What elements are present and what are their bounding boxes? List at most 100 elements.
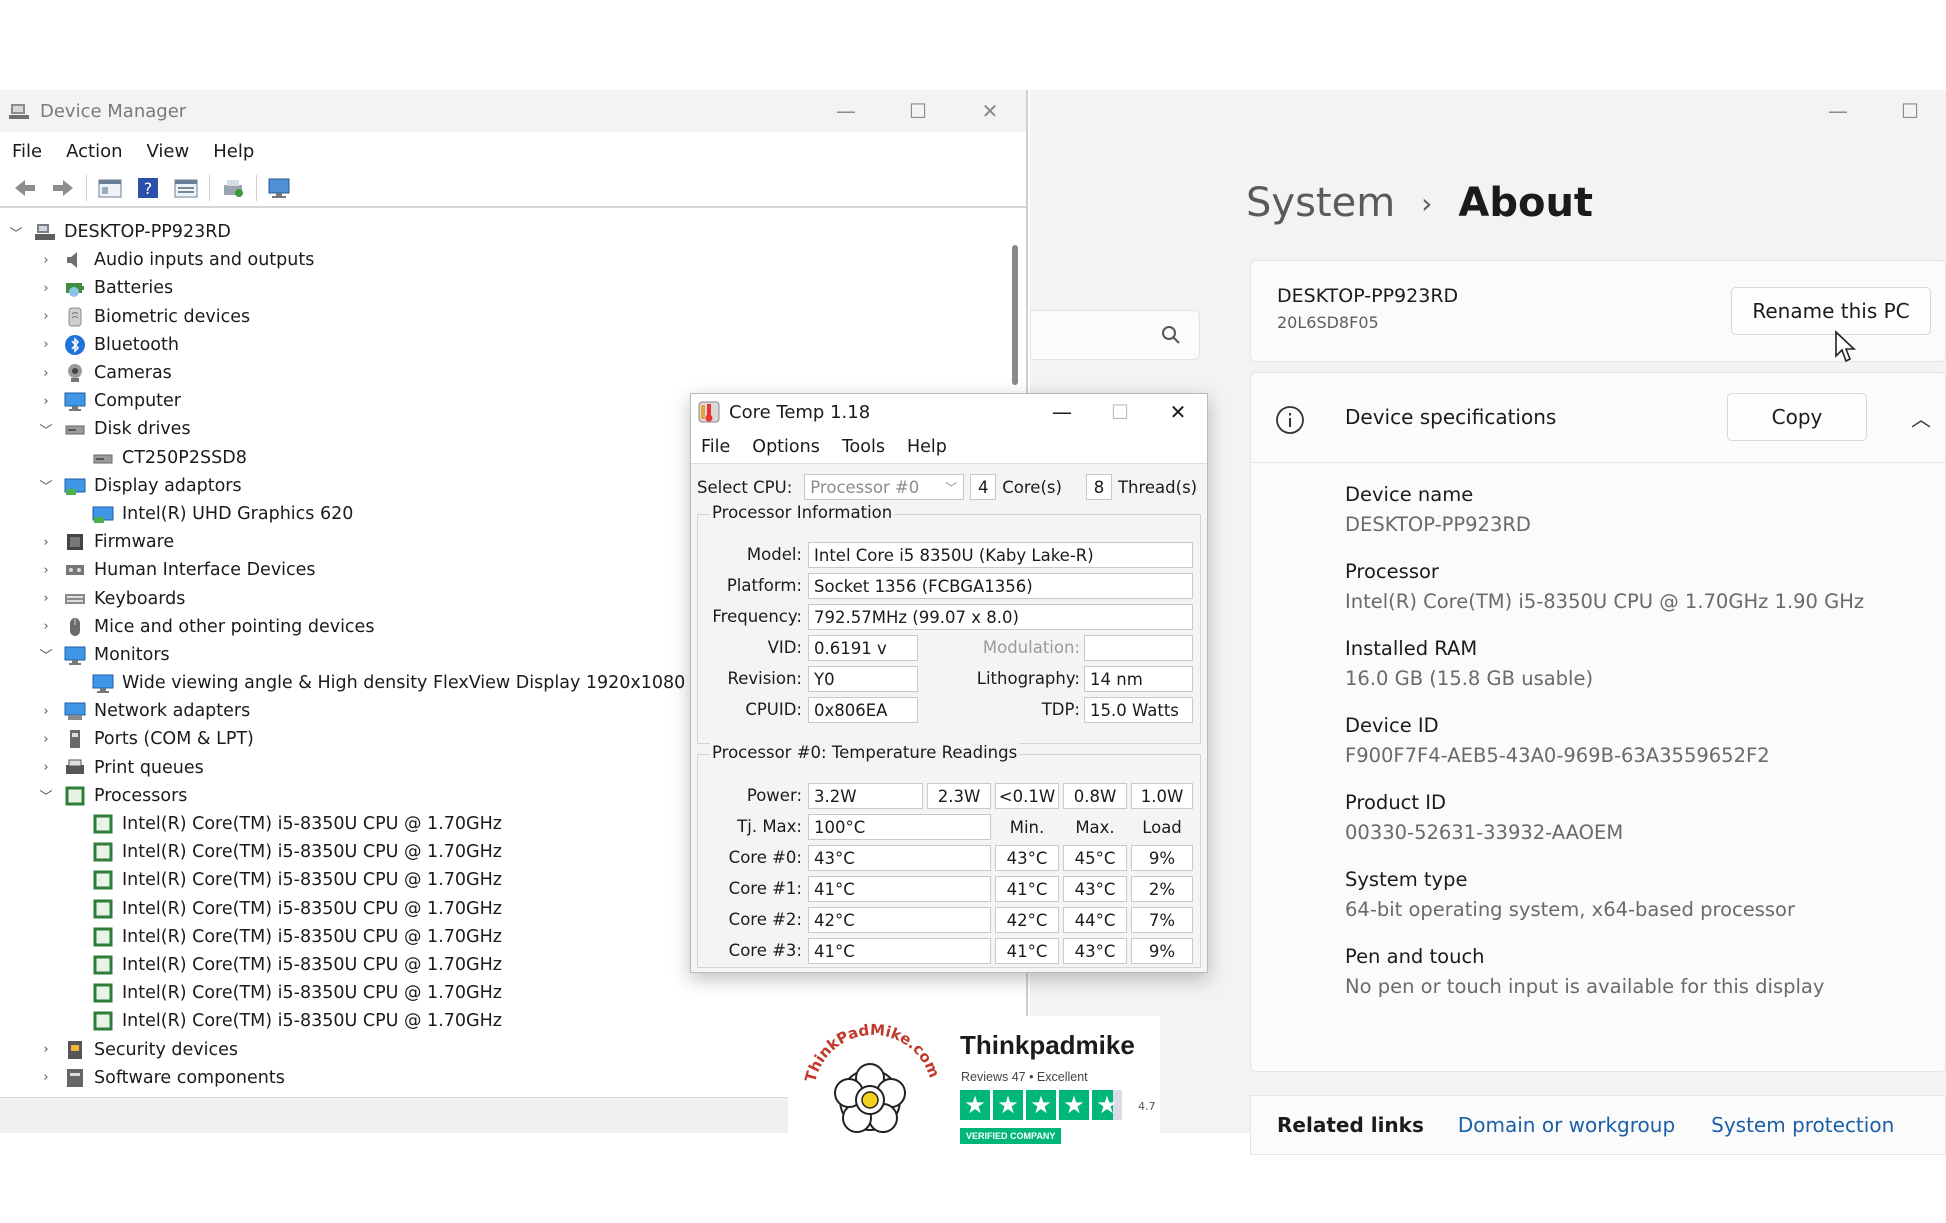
lithography-label: Lithography:: [976, 669, 1080, 688]
scan-hardware-icon[interactable]: [267, 175, 293, 201]
tree-item-label: Print queues: [94, 757, 204, 778]
menu-view[interactable]: View: [147, 141, 190, 162]
chevron-down-icon[interactable]: ﹀: [38, 478, 54, 495]
spec-value: F900F7F4-AEB5-43A0-969B-63A3559652F2: [1345, 744, 1770, 767]
chevron-right-icon[interactable]: ›: [38, 1070, 54, 1086]
firmware-icon: [67, 534, 83, 551]
coretemp-close-button[interactable]: ✕: [1149, 394, 1207, 430]
tree-item-label: Intel(R) Core(TM) i5-8350U CPU @ 1.70GHz: [122, 898, 502, 919]
settings-minimize-button[interactable]: —: [1802, 90, 1874, 132]
ct-menu-tools[interactable]: Tools: [842, 437, 885, 457]
chevron-right-icon[interactable]: ›: [38, 280, 54, 296]
tree-category[interactable]: › Batteries: [0, 274, 1006, 302]
breadcrumb-system[interactable]: System: [1246, 180, 1395, 226]
settings-maximize-button[interactable]: ☐: [1874, 90, 1946, 132]
details-view-icon[interactable]: [173, 175, 199, 201]
col-min-header: Min.: [1009, 817, 1045, 837]
bluetooth-icon: [65, 334, 85, 355]
maximize-button[interactable]: ☐: [882, 90, 954, 132]
chevron-up-icon[interactable]: ︿: [1911, 403, 1931, 432]
menu-help[interactable]: Help: [213, 141, 254, 162]
chevron-right-icon[interactable]: ›: [38, 534, 54, 550]
chevron-right-icon[interactable]: ›: [38, 1042, 54, 1058]
chevron-right-icon[interactable]: ›: [38, 337, 54, 353]
core-min: 41°C: [995, 938, 1059, 964]
spec-label: Pen and touch: [1345, 945, 1485, 968]
minimize-button[interactable]: —: [810, 90, 882, 132]
select-cpu-label: Select CPU:: [697, 477, 793, 497]
ct-menu-help[interactable]: Help: [907, 437, 947, 457]
core-temp: 41°C: [808, 876, 991, 902]
tree-root-label: DESKTOP-PP923RD: [64, 222, 231, 243]
close-button[interactable]: ✕: [954, 90, 1026, 132]
link-system-protection[interactable]: System protection: [1711, 1113, 1894, 1137]
search-icon: [1162, 326, 1180, 344]
tdp-label: TDP:: [1041, 700, 1080, 719]
chevron-down-icon[interactable]: ﹀: [38, 647, 54, 664]
chevron-right-icon[interactable]: ›: [38, 393, 54, 409]
cores-label: Core(s): [1002, 477, 1062, 497]
select-cpu-dropdown[interactable]: Processor #0 ﹀: [804, 474, 965, 500]
coretemp-maximize-button[interactable]: ☐: [1091, 394, 1149, 430]
tree-item-label: Processors: [94, 785, 188, 806]
coretemp-minimize-button[interactable]: —: [1033, 394, 1091, 430]
menu-action[interactable]: Action: [66, 141, 122, 162]
frequency-value: 792.57MHz (99.07 x 8.0): [808, 604, 1193, 630]
spec-label: Processor: [1345, 560, 1439, 583]
chevron-right-icon[interactable]: ›: [38, 365, 54, 381]
port-icon: [70, 730, 80, 749]
platform-label: Platform:: [726, 576, 802, 595]
core-temp: 41°C: [808, 938, 991, 964]
menu-file[interactable]: File: [12, 141, 42, 162]
chevron-down-icon[interactable]: ﹀: [8, 224, 24, 242]
tree-item-label: Intel(R) Core(TM) i5-8350U CPU @ 1.70GHz: [122, 926, 502, 947]
tree-item-label: Bluetooth: [94, 334, 179, 355]
tree-category[interactable]: › Cameras: [0, 359, 1006, 387]
modulation-value: [1084, 635, 1193, 661]
forward-arrow-icon[interactable]: [50, 175, 76, 201]
thinkpadmike-badge: ThinkPadMike.com Thinkpadmike Reviews 47…: [788, 1016, 1160, 1154]
chevron-right-icon[interactable]: ›: [38, 731, 54, 747]
chevron-right-icon[interactable]: ›: [38, 760, 54, 776]
select-cpu-row: Select CPU: Processor #0 ﹀ 4 Core(s) 8 T…: [697, 474, 1197, 500]
tree-category[interactable]: › Audio inputs and outputs: [0, 246, 1006, 274]
chevron-down-icon[interactable]: ﹀: [38, 788, 54, 805]
settings-search-input[interactable]: [1030, 310, 1200, 360]
thermometer-icon: [698, 401, 720, 423]
rename-pc-button[interactable]: Rename this PC: [1731, 287, 1931, 335]
chevron-right-icon[interactable]: ›: [38, 703, 54, 719]
svg-text:?: ?: [144, 179, 153, 198]
tree-root[interactable]: ﹀ DESKTOP-PP923RD: [0, 218, 1006, 246]
chevron-right-icon[interactable]: ›: [38, 252, 54, 268]
help-icon[interactable]: ?: [135, 175, 161, 201]
specs-header[interactable]: Device specifications Copy ︿: [1251, 373, 1945, 463]
chevron-right-icon[interactable]: ›: [38, 591, 54, 607]
chevron-right-icon[interactable]: ›: [38, 562, 54, 578]
tree-category[interactable]: › Bluetooth: [0, 331, 1006, 359]
properties-view-icon[interactable]: [97, 175, 123, 201]
chevron-right-icon[interactable]: ›: [38, 619, 54, 635]
tree-category[interactable]: › Biometric devices: [0, 303, 1006, 331]
core-load: 9%: [1131, 845, 1193, 871]
chevron-right-icon[interactable]: ›: [38, 309, 54, 325]
coretemp-menu-bar: File Options Tools Help: [691, 430, 1207, 464]
cpu-icon: [93, 842, 113, 862]
tree-item-label: Human Interface Devices: [94, 560, 316, 581]
disk-icon: [93, 454, 113, 464]
scrollbar-thumb[interactable]: [1012, 245, 1018, 385]
ct-menu-file[interactable]: File: [701, 437, 730, 457]
link-domain-workgroup[interactable]: Domain or workgroup: [1458, 1113, 1675, 1137]
monitor-icon: [64, 646, 86, 665]
core-temp: 43°C: [808, 845, 991, 871]
ct-menu-options[interactable]: Options: [752, 437, 820, 457]
chevron-down-icon[interactable]: ﹀: [38, 421, 54, 439]
update-driver-icon[interactable]: [220, 175, 246, 201]
star-icon: ★: [960, 1090, 990, 1120]
specs-title: Device specifications: [1345, 405, 1557, 429]
tree-device[interactable]: Intel(R) Core(TM) i5-8350U CPU @ 1.70GHz: [0, 979, 1006, 1007]
core-load: 2%: [1131, 876, 1193, 902]
back-arrow-icon[interactable]: [12, 175, 38, 201]
chevron-down-icon: ﹀: [945, 480, 958, 495]
copy-button[interactable]: Copy: [1727, 393, 1867, 441]
core-load: 9%: [1131, 938, 1193, 964]
